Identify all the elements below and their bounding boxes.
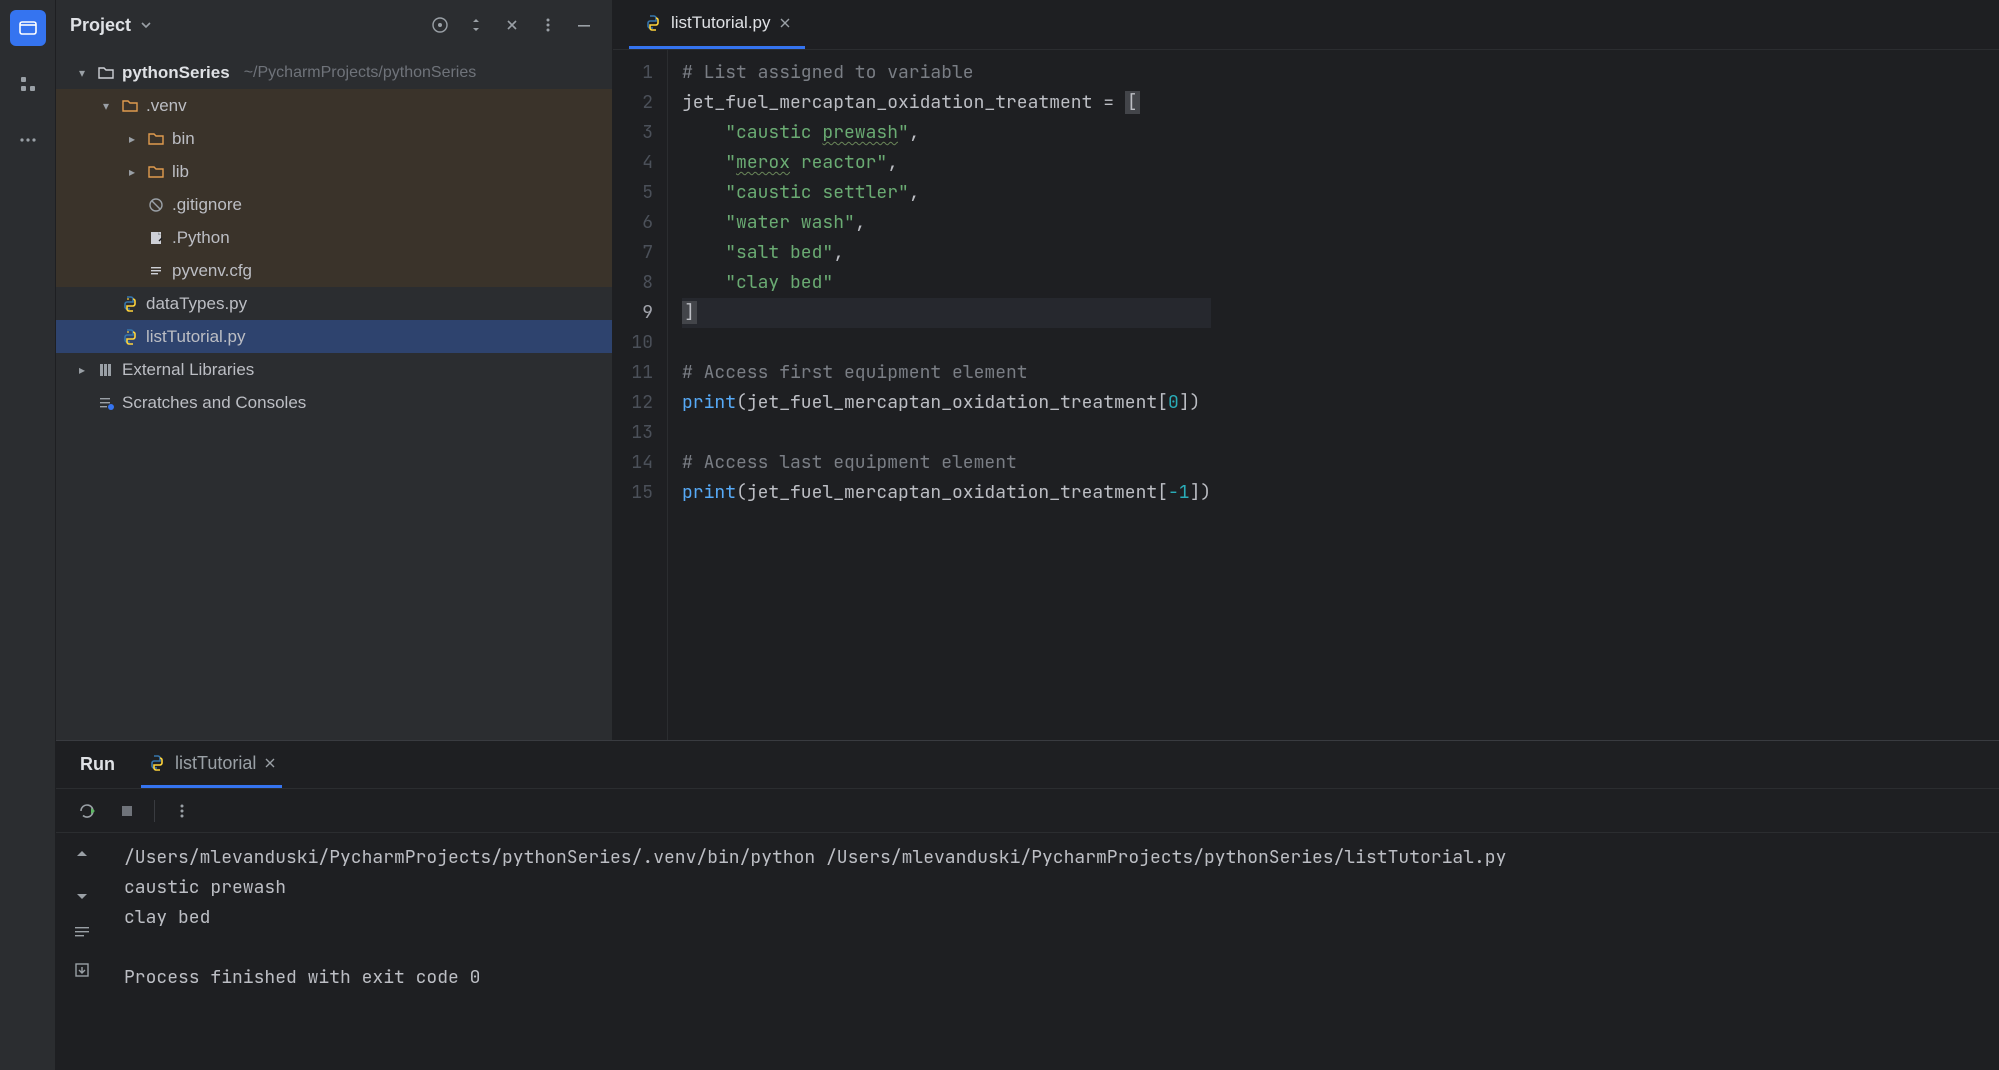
chevron-down-icon[interactable]: ▾ bbox=[74, 66, 90, 80]
chevron-down-icon[interactable] bbox=[139, 18, 153, 32]
text-file-icon bbox=[146, 261, 166, 281]
up-arrow-icon[interactable] bbox=[69, 843, 95, 869]
options-icon[interactable] bbox=[534, 11, 562, 39]
line-number: 14 bbox=[613, 448, 653, 478]
tree-gitignore[interactable]: .gitignore bbox=[56, 188, 612, 221]
line-number: 11 bbox=[613, 358, 653, 388]
folder-icon bbox=[96, 63, 116, 83]
line-number: 12 bbox=[613, 388, 653, 418]
gitignore-icon bbox=[146, 195, 166, 215]
folder-icon bbox=[120, 96, 140, 116]
stop-icon[interactable] bbox=[114, 798, 140, 824]
scratches-icon bbox=[96, 393, 116, 413]
python-file-icon bbox=[120, 294, 140, 314]
tree-bin[interactable]: ▸ bin bbox=[56, 122, 612, 155]
run-toolbar bbox=[56, 789, 1999, 833]
tree-path: ~/PycharmProjects/pythonSeries bbox=[244, 64, 477, 82]
tree-listtutorial[interactable]: listTutorial.py bbox=[56, 320, 612, 353]
line-number: 7 bbox=[613, 238, 653, 268]
code-content[interactable]: # List assigned to variable jet_fuel_mer… bbox=[668, 50, 1211, 740]
tree-python-link[interactable]: .Python bbox=[56, 221, 612, 254]
line-number: 6 bbox=[613, 208, 653, 238]
line-number: 5 bbox=[613, 178, 653, 208]
expand-collapse-icon[interactable] bbox=[462, 11, 490, 39]
editor-tab-bar: listTutorial.py bbox=[613, 0, 1999, 50]
tree-label: External Libraries bbox=[122, 360, 254, 380]
editor-tab-label: listTutorial.py bbox=[671, 13, 771, 33]
line-number: 1 bbox=[613, 58, 653, 88]
project-panel-title: Project bbox=[70, 15, 131, 36]
folder-icon bbox=[146, 162, 166, 182]
tree-label: Scratches and Consoles bbox=[122, 393, 306, 413]
chevron-right-icon[interactable]: ▸ bbox=[74, 363, 90, 377]
python-file-icon bbox=[643, 13, 663, 33]
scroll-to-end-icon[interactable] bbox=[69, 957, 95, 983]
close-run-tab-icon[interactable] bbox=[264, 757, 276, 769]
more-actions-icon[interactable] bbox=[169, 798, 195, 824]
down-arrow-icon[interactable] bbox=[69, 881, 95, 907]
line-number: 9 bbox=[613, 298, 653, 328]
select-opened-file-icon[interactable] bbox=[426, 11, 454, 39]
main-area: Project bbox=[56, 0, 1999, 1070]
run-output[interactable]: /Users/mlevanduski/PycharmProjects/pytho… bbox=[108, 833, 1999, 1070]
tree-pyvenvcfg[interactable]: pyvenv.cfg bbox=[56, 254, 612, 287]
editor-body[interactable]: 1 2 3 4 5 6 7 8 9 10 11 12 13 14 15 # Li… bbox=[613, 50, 1999, 740]
rerun-icon[interactable] bbox=[74, 798, 100, 824]
project-tree[interactable]: ▾ pythonSeries ~/PycharmProjects/pythonS… bbox=[56, 50, 612, 740]
tree-label: pyvenv.cfg bbox=[172, 261, 252, 281]
tree-label: lib bbox=[172, 162, 189, 182]
line-number: 8 bbox=[613, 268, 653, 298]
tree-label: .Python bbox=[172, 228, 230, 248]
project-panel-header: Project bbox=[56, 0, 612, 50]
hide-icon[interactable] bbox=[498, 11, 526, 39]
tree-label: pythonSeries bbox=[122, 63, 230, 83]
editor-area: listTutorial.py 1 2 3 4 5 6 7 8 9 10 11 … bbox=[613, 0, 1999, 740]
chevron-right-icon[interactable]: ▸ bbox=[124, 132, 140, 146]
python-file-icon bbox=[120, 327, 140, 347]
tree-label: listTutorial.py bbox=[146, 327, 246, 347]
tree-scratches[interactable]: Scratches and Consoles bbox=[56, 386, 612, 419]
chevron-down-icon[interactable]: ▾ bbox=[98, 99, 114, 113]
soft-wrap-icon[interactable] bbox=[69, 919, 95, 945]
project-panel: Project bbox=[56, 0, 613, 740]
tree-external-libraries[interactable]: ▸ External Libraries bbox=[56, 353, 612, 386]
run-body: /Users/mlevanduski/PycharmProjects/pytho… bbox=[56, 833, 1999, 1070]
line-number: 15 bbox=[613, 478, 653, 508]
minimize-icon[interactable] bbox=[570, 11, 598, 39]
run-panel: Run listTutorial bbox=[56, 740, 1999, 1070]
project-tool-button[interactable] bbox=[10, 10, 46, 46]
tree-label: dataTypes.py bbox=[146, 294, 247, 314]
top-split: Project bbox=[56, 0, 1999, 740]
structure-tool-button[interactable] bbox=[10, 66, 46, 102]
file-link-icon bbox=[146, 228, 166, 248]
run-tab-bar: Run listTutorial bbox=[56, 741, 1999, 789]
tree-label: bin bbox=[172, 129, 195, 149]
editor-tab-listtutorial[interactable]: listTutorial.py bbox=[629, 0, 805, 49]
folder-icon bbox=[146, 129, 166, 149]
run-side-rail bbox=[56, 833, 108, 1070]
line-number: 2 bbox=[613, 88, 653, 118]
line-number: 4 bbox=[613, 148, 653, 178]
run-tab-file[interactable]: listTutorial bbox=[141, 741, 282, 788]
run-tab-file-label: listTutorial bbox=[175, 753, 256, 774]
line-number: 10 bbox=[613, 328, 653, 358]
separator bbox=[154, 800, 155, 822]
line-number: 13 bbox=[613, 418, 653, 448]
tree-datatypes[interactable]: dataTypes.py bbox=[56, 287, 612, 320]
tree-lib[interactable]: ▸ lib bbox=[56, 155, 612, 188]
line-gutter: 1 2 3 4 5 6 7 8 9 10 11 12 13 14 15 bbox=[613, 50, 668, 740]
tree-label: .venv bbox=[146, 96, 187, 116]
run-tab-run[interactable]: Run bbox=[74, 741, 121, 788]
tree-label: .gitignore bbox=[172, 195, 242, 215]
left-tool-rail bbox=[0, 0, 56, 1070]
tree-root[interactable]: ▾ pythonSeries ~/PycharmProjects/pythonS… bbox=[56, 56, 612, 89]
python-file-icon bbox=[147, 753, 167, 773]
close-tab-icon[interactable] bbox=[779, 17, 791, 29]
library-icon bbox=[96, 360, 116, 380]
chevron-right-icon[interactable]: ▸ bbox=[124, 165, 140, 179]
line-number: 3 bbox=[613, 118, 653, 148]
more-tool-button[interactable] bbox=[10, 122, 46, 158]
tree-venv[interactable]: ▾ .venv bbox=[56, 89, 612, 122]
